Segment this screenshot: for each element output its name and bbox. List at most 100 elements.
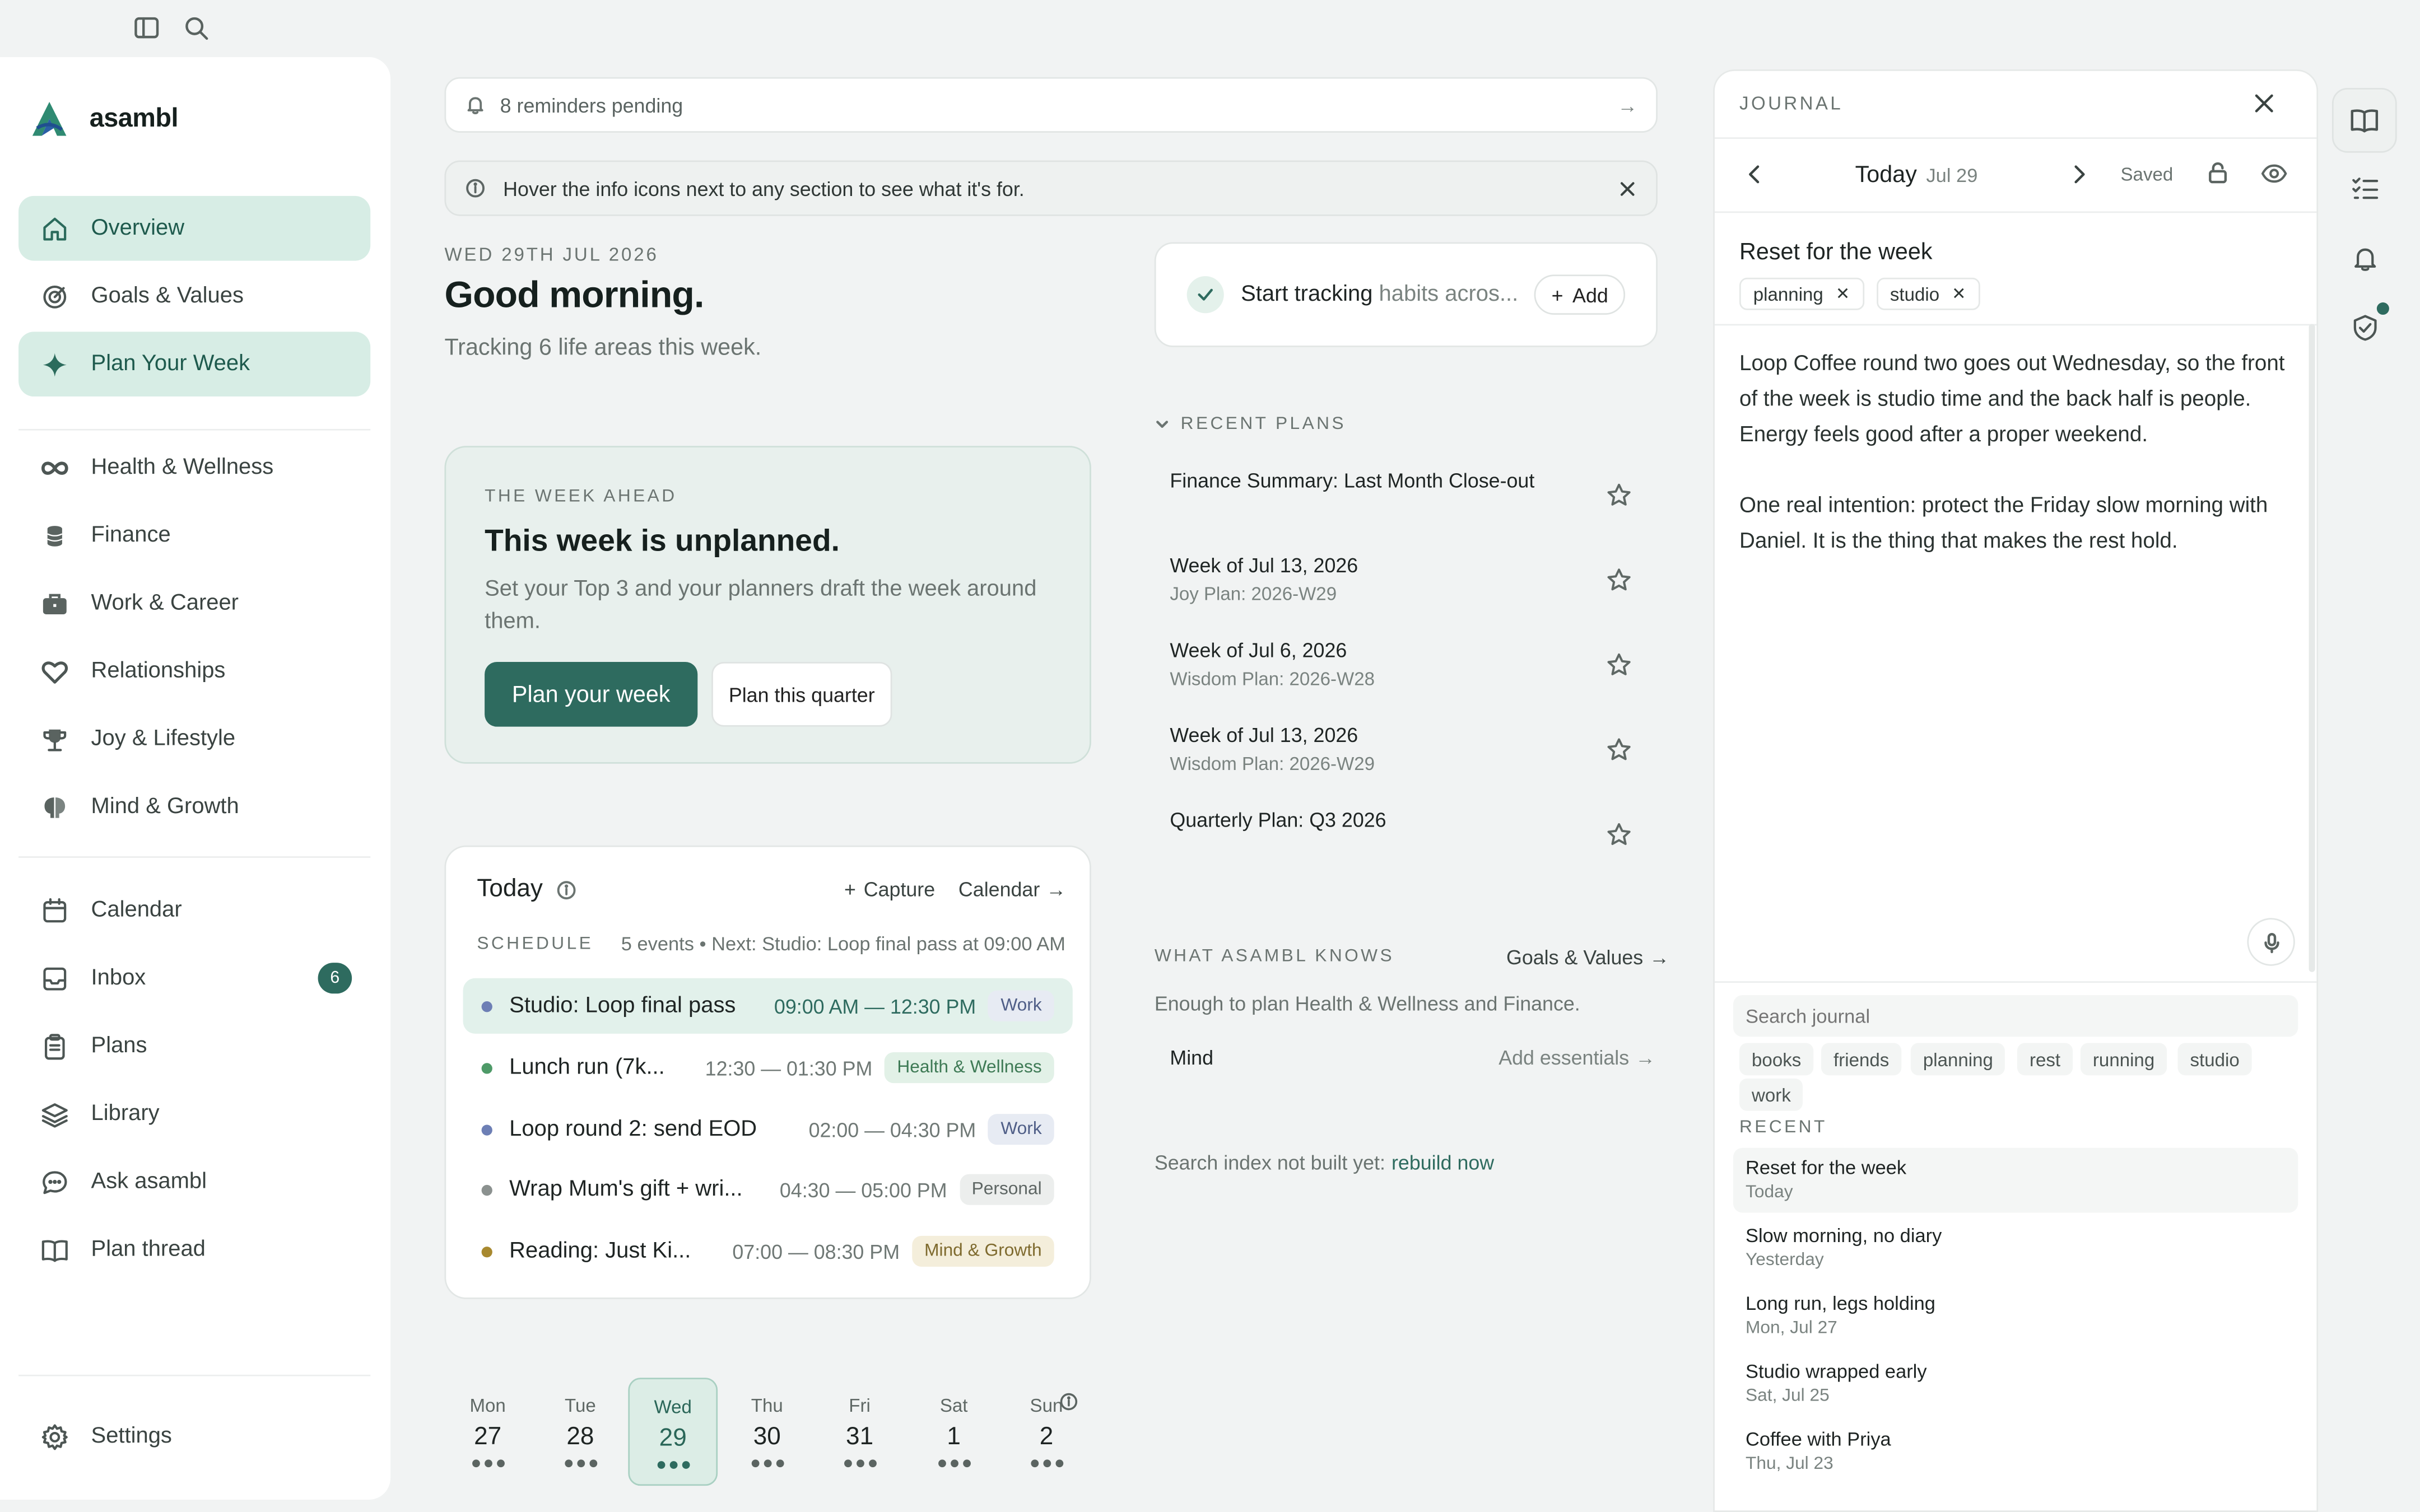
journal-tag[interactable]: planning (1910, 1043, 2005, 1076)
journal-recent-label: RECENT (1739, 1118, 1827, 1137)
entry-chip[interactable]: planning ✕ (1739, 277, 1864, 310)
nav-relationships[interactable]: Relationships (18, 639, 370, 704)
journal-search-input[interactable] (1733, 995, 2298, 1037)
journal-tag[interactable]: rest (2017, 1043, 2073, 1076)
nav-settings[interactable]: Settings (18, 1404, 370, 1469)
entry-body[interactable]: Loop Coffee round two goes out Wednesday… (1739, 346, 2287, 558)
star-icon[interactable] (1605, 821, 1633, 849)
nav-library[interactable]: Library (18, 1081, 370, 1146)
sidebar-toggle-icon[interactable] (133, 14, 161, 42)
nav-mind-growth[interactable]: Mind & Growth (18, 774, 370, 839)
info-icon[interactable] (555, 879, 577, 901)
scrollbar[interactable] (2309, 324, 2315, 972)
close-icon[interactable] (1617, 178, 1637, 198)
microphone-icon[interactable] (2247, 918, 2295, 966)
journal-recent-item[interactable]: Reset for the week Today (1733, 1147, 2298, 1213)
star-icon[interactable] (1605, 651, 1633, 679)
rail-notifications-button[interactable] (2332, 225, 2397, 290)
rail-tasks-button[interactable] (2332, 156, 2397, 221)
info-icon[interactable] (1059, 1392, 1079, 1412)
recent-plans-header[interactable]: RECENT PLANS (1155, 415, 1346, 433)
day-thu[interactable]: Thu 30 (722, 1378, 812, 1486)
event-title: Reading: Just Ki... (509, 1239, 691, 1264)
rail-review-button[interactable] (2331, 295, 2397, 360)
close-icon[interactable] (2253, 92, 2275, 114)
nav-joy-lifestyle[interactable]: Joy & Lifestyle (18, 707, 370, 772)
plus-icon: + (844, 878, 856, 901)
event-tag: Work (988, 1114, 1054, 1145)
chevron-right-icon[interactable] (2068, 164, 2090, 185)
layers-icon (40, 1099, 69, 1128)
entry-title[interactable]: Reset for the week (1739, 239, 1933, 265)
brand[interactable]: asambl (28, 97, 178, 141)
journal-tag[interactable]: books (1739, 1043, 1814, 1076)
nav-plan-your-week[interactable]: Plan Your Week (18, 332, 371, 397)
schedule-event[interactable]: Lunch run (7k... 12:30 — 01:30 PM Health… (463, 1040, 1073, 1095)
plan-item[interactable]: Finance Summary: Last Month Close-out (1170, 469, 1633, 531)
recent-title: Slow morning, no diary (1746, 1225, 1942, 1247)
chevron-left-icon[interactable] (1744, 164, 1766, 185)
arrow-right-icon[interactable]: → (1617, 94, 1637, 116)
journal-tag[interactable]: running (2080, 1043, 2167, 1076)
schedule-event[interactable]: Reading: Just Ki... 07:00 — 08:30 PM Min… (463, 1224, 1073, 1279)
calendar-link[interactable]: Calendar → (958, 878, 1066, 901)
capture-button[interactable]: + Capture (844, 878, 935, 901)
nav-goals-values[interactable]: Goals & Values (18, 264, 370, 329)
nav-finance[interactable]: Finance (18, 503, 370, 568)
notification-dot (2376, 302, 2389, 315)
nav-plans[interactable]: Plans (18, 1014, 370, 1079)
star-icon[interactable] (1605, 736, 1633, 764)
day-mon[interactable]: Mon 27 (443, 1378, 533, 1486)
journal-recent-item[interactable]: Coffee with Priya Thu, Jul 23 (1733, 1420, 2298, 1485)
day-wed[interactable]: Wed 29 (628, 1378, 718, 1486)
nav-ask-asambl[interactable]: Ask asambl (18, 1150, 370, 1215)
nav-work-career[interactable]: Work & Career (18, 571, 370, 636)
day-sat[interactable]: Sat 1 (909, 1378, 999, 1486)
journal-tag[interactable]: studio (2177, 1043, 2252, 1076)
info-banner: Hover the info icons next to any section… (444, 160, 1658, 216)
nav-label: Mind & Growth (91, 794, 239, 819)
eye-icon[interactable] (2261, 162, 2287, 185)
journal-tag[interactable]: friends (1821, 1043, 1902, 1076)
day-tue[interactable]: Tue 28 (536, 1378, 625, 1486)
nav-overview[interactable]: Overview (18, 195, 371, 261)
plan-item[interactable]: Quarterly Plan: Q3 2026 (1170, 809, 1633, 870)
journal-recent-item[interactable]: Slow morning, no diary Yesterday (1733, 1216, 2298, 1281)
entry-chip[interactable]: studio ✕ (1876, 277, 1980, 310)
plan-item[interactable]: Week of Jul 6, 2026 Wisdom Plan: 2026-W2… (1170, 639, 1633, 701)
reminders-bar[interactable]: 8 reminders pending → (444, 77, 1658, 133)
plan-item[interactable]: Week of Jul 13, 2026 Wisdom Plan: 2026-W… (1170, 724, 1633, 785)
rebuild-now-link[interactable]: rebuild now (1392, 1151, 1494, 1174)
schedule-event[interactable]: Studio: Loop final pass 09:00 AM — 12:30… (463, 978, 1073, 1034)
nav-inbox[interactable]: Inbox 6 (18, 946, 370, 1011)
day-fri[interactable]: Fri 31 (815, 1378, 905, 1486)
nav-calendar[interactable]: Calendar (18, 878, 370, 943)
brain-icon (40, 792, 69, 822)
journal-tag[interactable]: work (1739, 1078, 1803, 1111)
chip-label: studio (1890, 283, 1940, 305)
star-icon[interactable] (1605, 482, 1633, 510)
schedule-event[interactable]: Loop round 2: send EOD 02:00 — 04:30 PM … (463, 1102, 1073, 1157)
infinity-icon (40, 453, 69, 482)
goals-values-link[interactable]: Goals & Values → (1506, 946, 1669, 969)
schedule-event[interactable]: Wrap Mum's gift + wri... 04:30 — 05:00 P… (463, 1162, 1073, 1217)
nav-plan-thread[interactable]: Plan thread (18, 1217, 370, 1282)
plan-quarter-button[interactable]: Plan this quarter (711, 661, 892, 727)
journal-recent-item[interactable]: Studio wrapped early Sat, Jul 25 (1733, 1351, 2298, 1416)
event-tag: Mind & Growth (912, 1235, 1054, 1267)
rail-journal-button[interactable] (2331, 88, 2397, 153)
day-name: Thu (751, 1394, 783, 1417)
lock-icon[interactable] (2205, 161, 2230, 185)
close-icon[interactable]: ✕ (1952, 284, 1966, 304)
search-icon[interactable] (182, 14, 210, 42)
nav-health-wellness[interactable]: Health & Wellness (18, 435, 370, 500)
star-icon[interactable] (1605, 566, 1633, 594)
journal-recent-item[interactable]: Long run, legs holding Mon, Jul 27 (1733, 1284, 2298, 1348)
schedule-header: SCHEDULE 5 events • Next: Studio: Loop f… (477, 934, 1065, 955)
close-icon[interactable]: ✕ (1836, 284, 1850, 304)
plan-your-week-button[interactable]: Plan your week (485, 661, 698, 727)
asambl-logo-icon (28, 97, 71, 141)
add-habit-button[interactable]: + Add (1534, 274, 1626, 315)
add-essentials-link[interactable]: Add essentials → (1498, 1046, 1655, 1069)
plan-item[interactable]: Week of Jul 13, 2026 Joy Plan: 2026-W29 (1170, 554, 1633, 615)
